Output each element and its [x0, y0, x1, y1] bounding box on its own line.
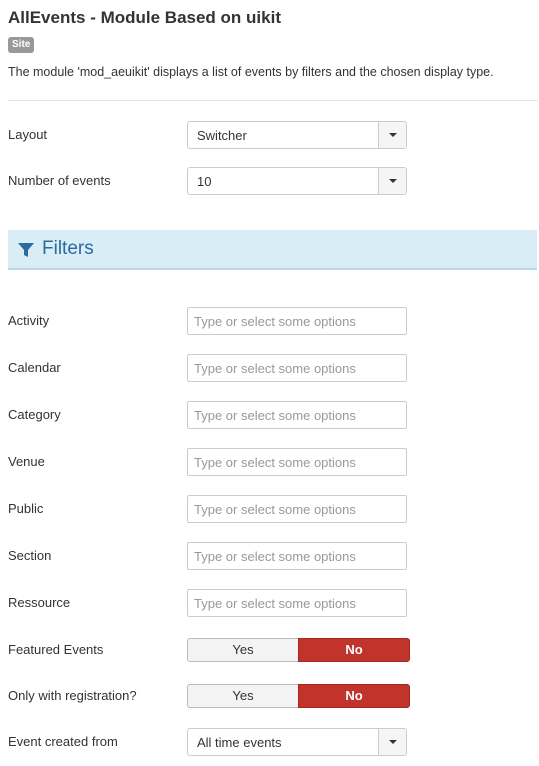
filters-section-header: Filters [8, 230, 537, 270]
site-badge: Site [8, 37, 35, 53]
activity-input[interactable]: Type or select some options [187, 307, 407, 335]
event-created-from-label: Event created from [8, 734, 118, 749]
featured-events-label: Featured Events [8, 642, 104, 657]
public-input[interactable]: Type or select some options [187, 495, 407, 523]
number-of-events-select[interactable]: 10 [187, 167, 407, 195]
only-with-registration-no-button[interactable]: No [298, 684, 410, 708]
number-of-events-value: 10 [197, 174, 212, 189]
caret-down-icon [389, 133, 397, 137]
layout-select-toggle[interactable] [378, 122, 406, 148]
activity-label: Activity [8, 313, 50, 328]
section-label: Section [8, 548, 52, 563]
only-with-registration-label: Only with registration? [8, 688, 137, 703]
only-with-registration-yes-button[interactable]: Yes [187, 684, 298, 708]
activity-placeholder: Type or select some options [194, 314, 356, 329]
layout-select[interactable]: Switcher [187, 121, 407, 149]
layout-label: Layout [8, 127, 48, 142]
calendar-input[interactable]: Type or select some options [187, 354, 407, 382]
calendar-label: Calendar [8, 360, 61, 375]
category-input[interactable]: Type or select some options [187, 401, 407, 429]
layout-select-value: Switcher [197, 128, 247, 143]
divider [8, 100, 538, 101]
featured-events-yes-button[interactable]: Yes [187, 638, 298, 662]
venue-placeholder: Type or select some options [194, 455, 356, 470]
event-created-from-value: All time events [197, 735, 282, 750]
only-with-registration-toggle: Yes No [187, 684, 410, 708]
caret-down-icon [389, 740, 397, 744]
calendar-placeholder: Type or select some options [194, 361, 356, 376]
caret-down-icon [389, 179, 397, 183]
number-of-events-label: Number of events [8, 173, 111, 188]
event-created-from-toggle[interactable] [378, 729, 406, 755]
venue-label: Venue [8, 454, 45, 469]
ressource-input[interactable]: Type or select some options [187, 589, 407, 617]
public-label: Public [8, 501, 44, 516]
section-placeholder: Type or select some options [194, 549, 356, 564]
category-placeholder: Type or select some options [194, 408, 356, 423]
category-label: Category [8, 407, 61, 422]
ressource-label: Ressource [8, 595, 71, 610]
number-of-events-toggle[interactable] [378, 168, 406, 194]
ressource-placeholder: Type or select some options [194, 596, 356, 611]
module-description: The module 'mod_aeuikit' displays a list… [8, 65, 494, 79]
featured-events-toggle: Yes No [187, 638, 410, 662]
venue-input[interactable]: Type or select some options [187, 448, 407, 476]
filters-title: Filters [42, 238, 94, 259]
page-title: AllEvents - Module Based on uikit [8, 8, 281, 27]
filter-icon [18, 243, 34, 257]
featured-events-no-button[interactable]: No [298, 638, 410, 662]
public-placeholder: Type or select some options [194, 502, 356, 517]
section-input[interactable]: Type or select some options [187, 542, 407, 570]
event-created-from-select[interactable]: All time events [187, 728, 407, 756]
